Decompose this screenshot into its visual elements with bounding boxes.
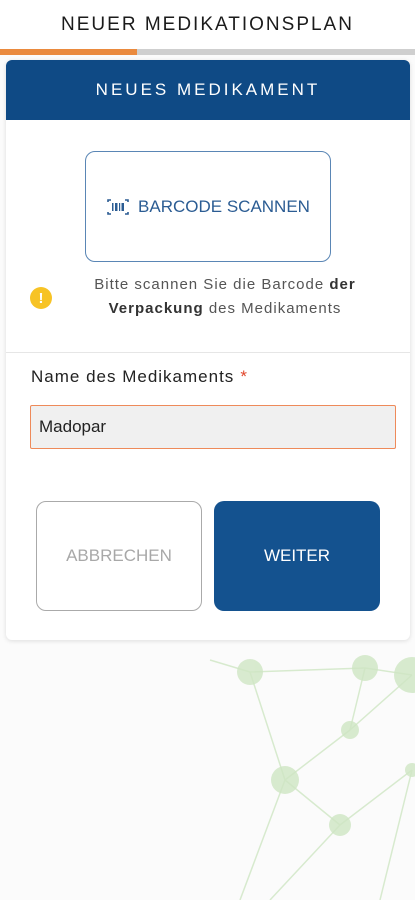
- progress-fill: [0, 49, 137, 55]
- medication-name-input[interactable]: [30, 405, 396, 449]
- warning-icon: !: [30, 287, 52, 309]
- scan-barcode-button[interactable]: BARCODE SCANNEN: [85, 151, 331, 262]
- divider: [6, 352, 410, 353]
- network-background-graphic: [209, 655, 415, 900]
- screen: NEUER MEDIKATIONSPLAN NEUES MEDIKAMENT B…: [0, 0, 415, 900]
- hint-text-part-2: des Medikaments: [203, 300, 342, 317]
- medication-name-label-text: Name des Medikaments: [31, 367, 235, 386]
- page-title: NEUER MEDIKATIONSPLAN: [61, 14, 354, 35]
- card-title: NEUES MEDIKAMENT: [6, 60, 410, 120]
- app-header: NEUER MEDIKATIONSPLAN: [0, 0, 415, 55]
- cancel-button[interactable]: ABBRECHEN: [36, 501, 202, 611]
- next-button[interactable]: WEITER: [214, 501, 380, 611]
- medication-name-label: Name des Medikaments *: [31, 367, 248, 387]
- barcode-icon: [107, 198, 129, 215]
- scan-barcode-label: BARCODE SCANNEN: [138, 196, 310, 216]
- scan-hint: ! Bitte scannen Sie die Barcode der Verp…: [28, 273, 388, 323]
- scan-hint-text: Bitte scannen Sie die Barcode der Verpac…: [62, 273, 388, 321]
- hint-text-part-1: Bitte scannen Sie die Barcode: [94, 276, 330, 293]
- progress-bar: [0, 49, 415, 55]
- new-medication-card: NEUES MEDIKAMENT BARCODE SCANNEN ! Bitte…: [6, 60, 410, 640]
- required-marker: *: [240, 367, 248, 386]
